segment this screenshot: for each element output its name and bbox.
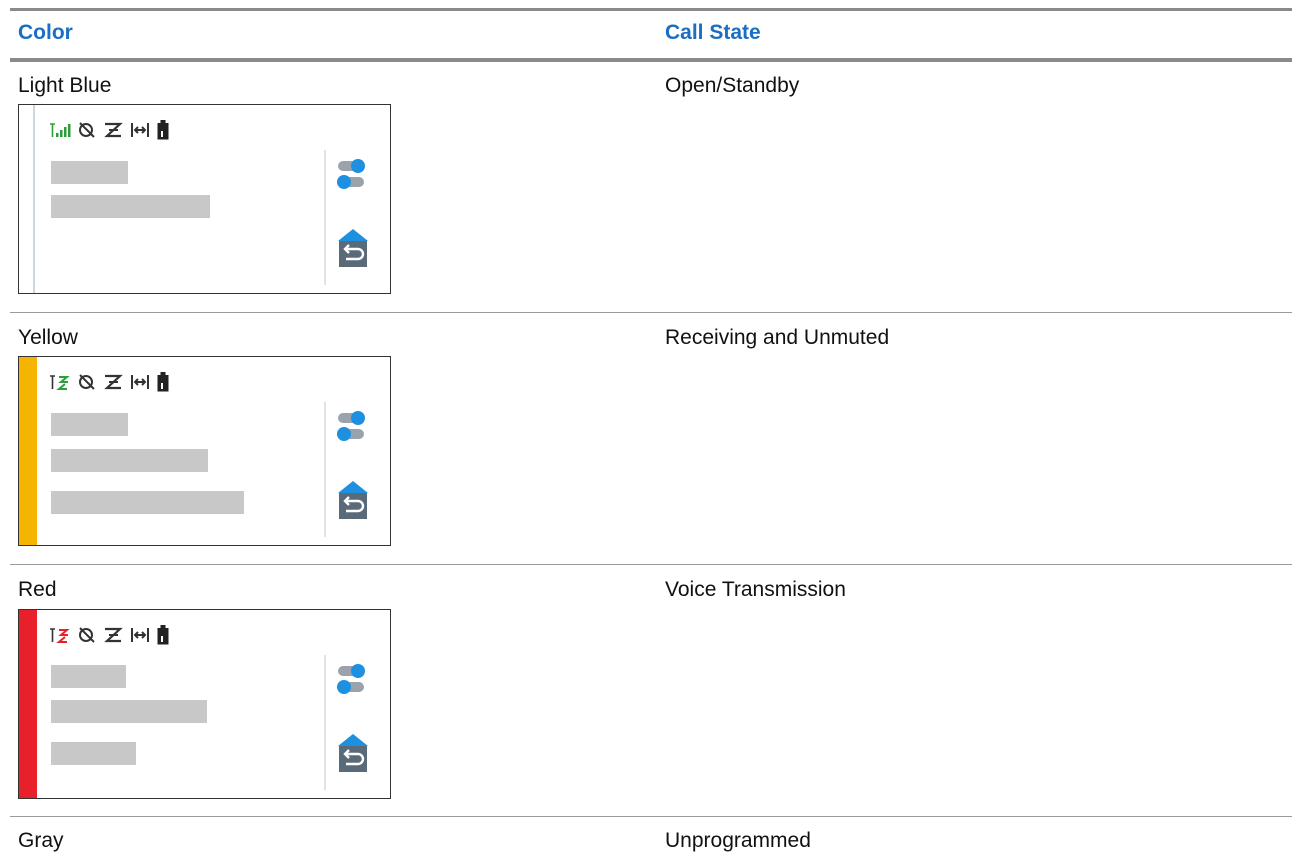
home-back-icon[interactable] [337,479,369,521]
row-state-voice-transmission: Voice Transmission [665,578,846,601]
scan-off-icon [103,121,123,144]
battery-icon [157,371,169,397]
home-back-icon[interactable] [337,227,369,269]
placeholder-line-1 [51,665,126,688]
row-rule [10,564,1292,565]
row-color-light-blue: Light Blue [18,74,112,97]
panel-divider [324,655,326,790]
toggle-settings-icon[interactable] [337,409,367,445]
placeholder-line-3 [51,491,244,514]
placeholder-line-2 [51,449,208,472]
placeholder-line-2 [51,700,207,723]
row-rule [10,816,1292,817]
scan-off-icon [103,626,123,649]
placeholder-line-3 [51,742,136,765]
no-gps-icon [78,121,96,144]
table-top-rule [10,8,1292,11]
row-rule [10,312,1292,313]
display-panel-yellow [18,356,391,546]
receiving-signal-icon [49,373,71,396]
status-bar [49,119,169,145]
no-gps-icon [78,373,96,396]
row-state-receiving: Receiving and Unmuted [665,326,890,349]
color-strip-red [19,610,37,798]
status-bar [49,624,169,650]
battery-icon [157,119,169,145]
scan-off-icon [103,373,123,396]
row-color-gray: Gray [18,829,64,852]
status-bar [49,371,169,397]
toggle-settings-icon[interactable] [337,157,367,193]
display-panel-light-blue [18,104,391,294]
row-state-open-standby: Open/Standby [665,74,800,97]
placeholder-line-1 [51,413,128,436]
transmitting-signal-icon [49,626,71,649]
panel-divider [324,150,326,285]
row-state-unprogrammed: Unprogrammed [665,829,811,852]
panel-divider [324,402,326,537]
placeholder-line-1 [51,161,128,184]
color-strip-light-blue [19,105,35,293]
toggle-settings-icon[interactable] [337,662,367,698]
color-strip-yellow [19,357,37,545]
talkaround-icon [130,121,150,144]
header-rule [10,58,1292,62]
no-gps-icon [78,626,96,649]
battery-icon [157,624,169,650]
placeholder-line-2 [51,195,210,218]
display-panel-red [18,609,391,799]
column-header-color: Color [18,21,73,44]
column-header-call-state: Call State [665,21,761,44]
home-back-icon[interactable] [337,732,369,774]
row-color-red: Red [18,578,57,601]
signal-icon [49,121,71,144]
row-color-yellow: Yellow [18,326,78,349]
talkaround-icon [130,373,150,396]
talkaround-icon [130,626,150,649]
